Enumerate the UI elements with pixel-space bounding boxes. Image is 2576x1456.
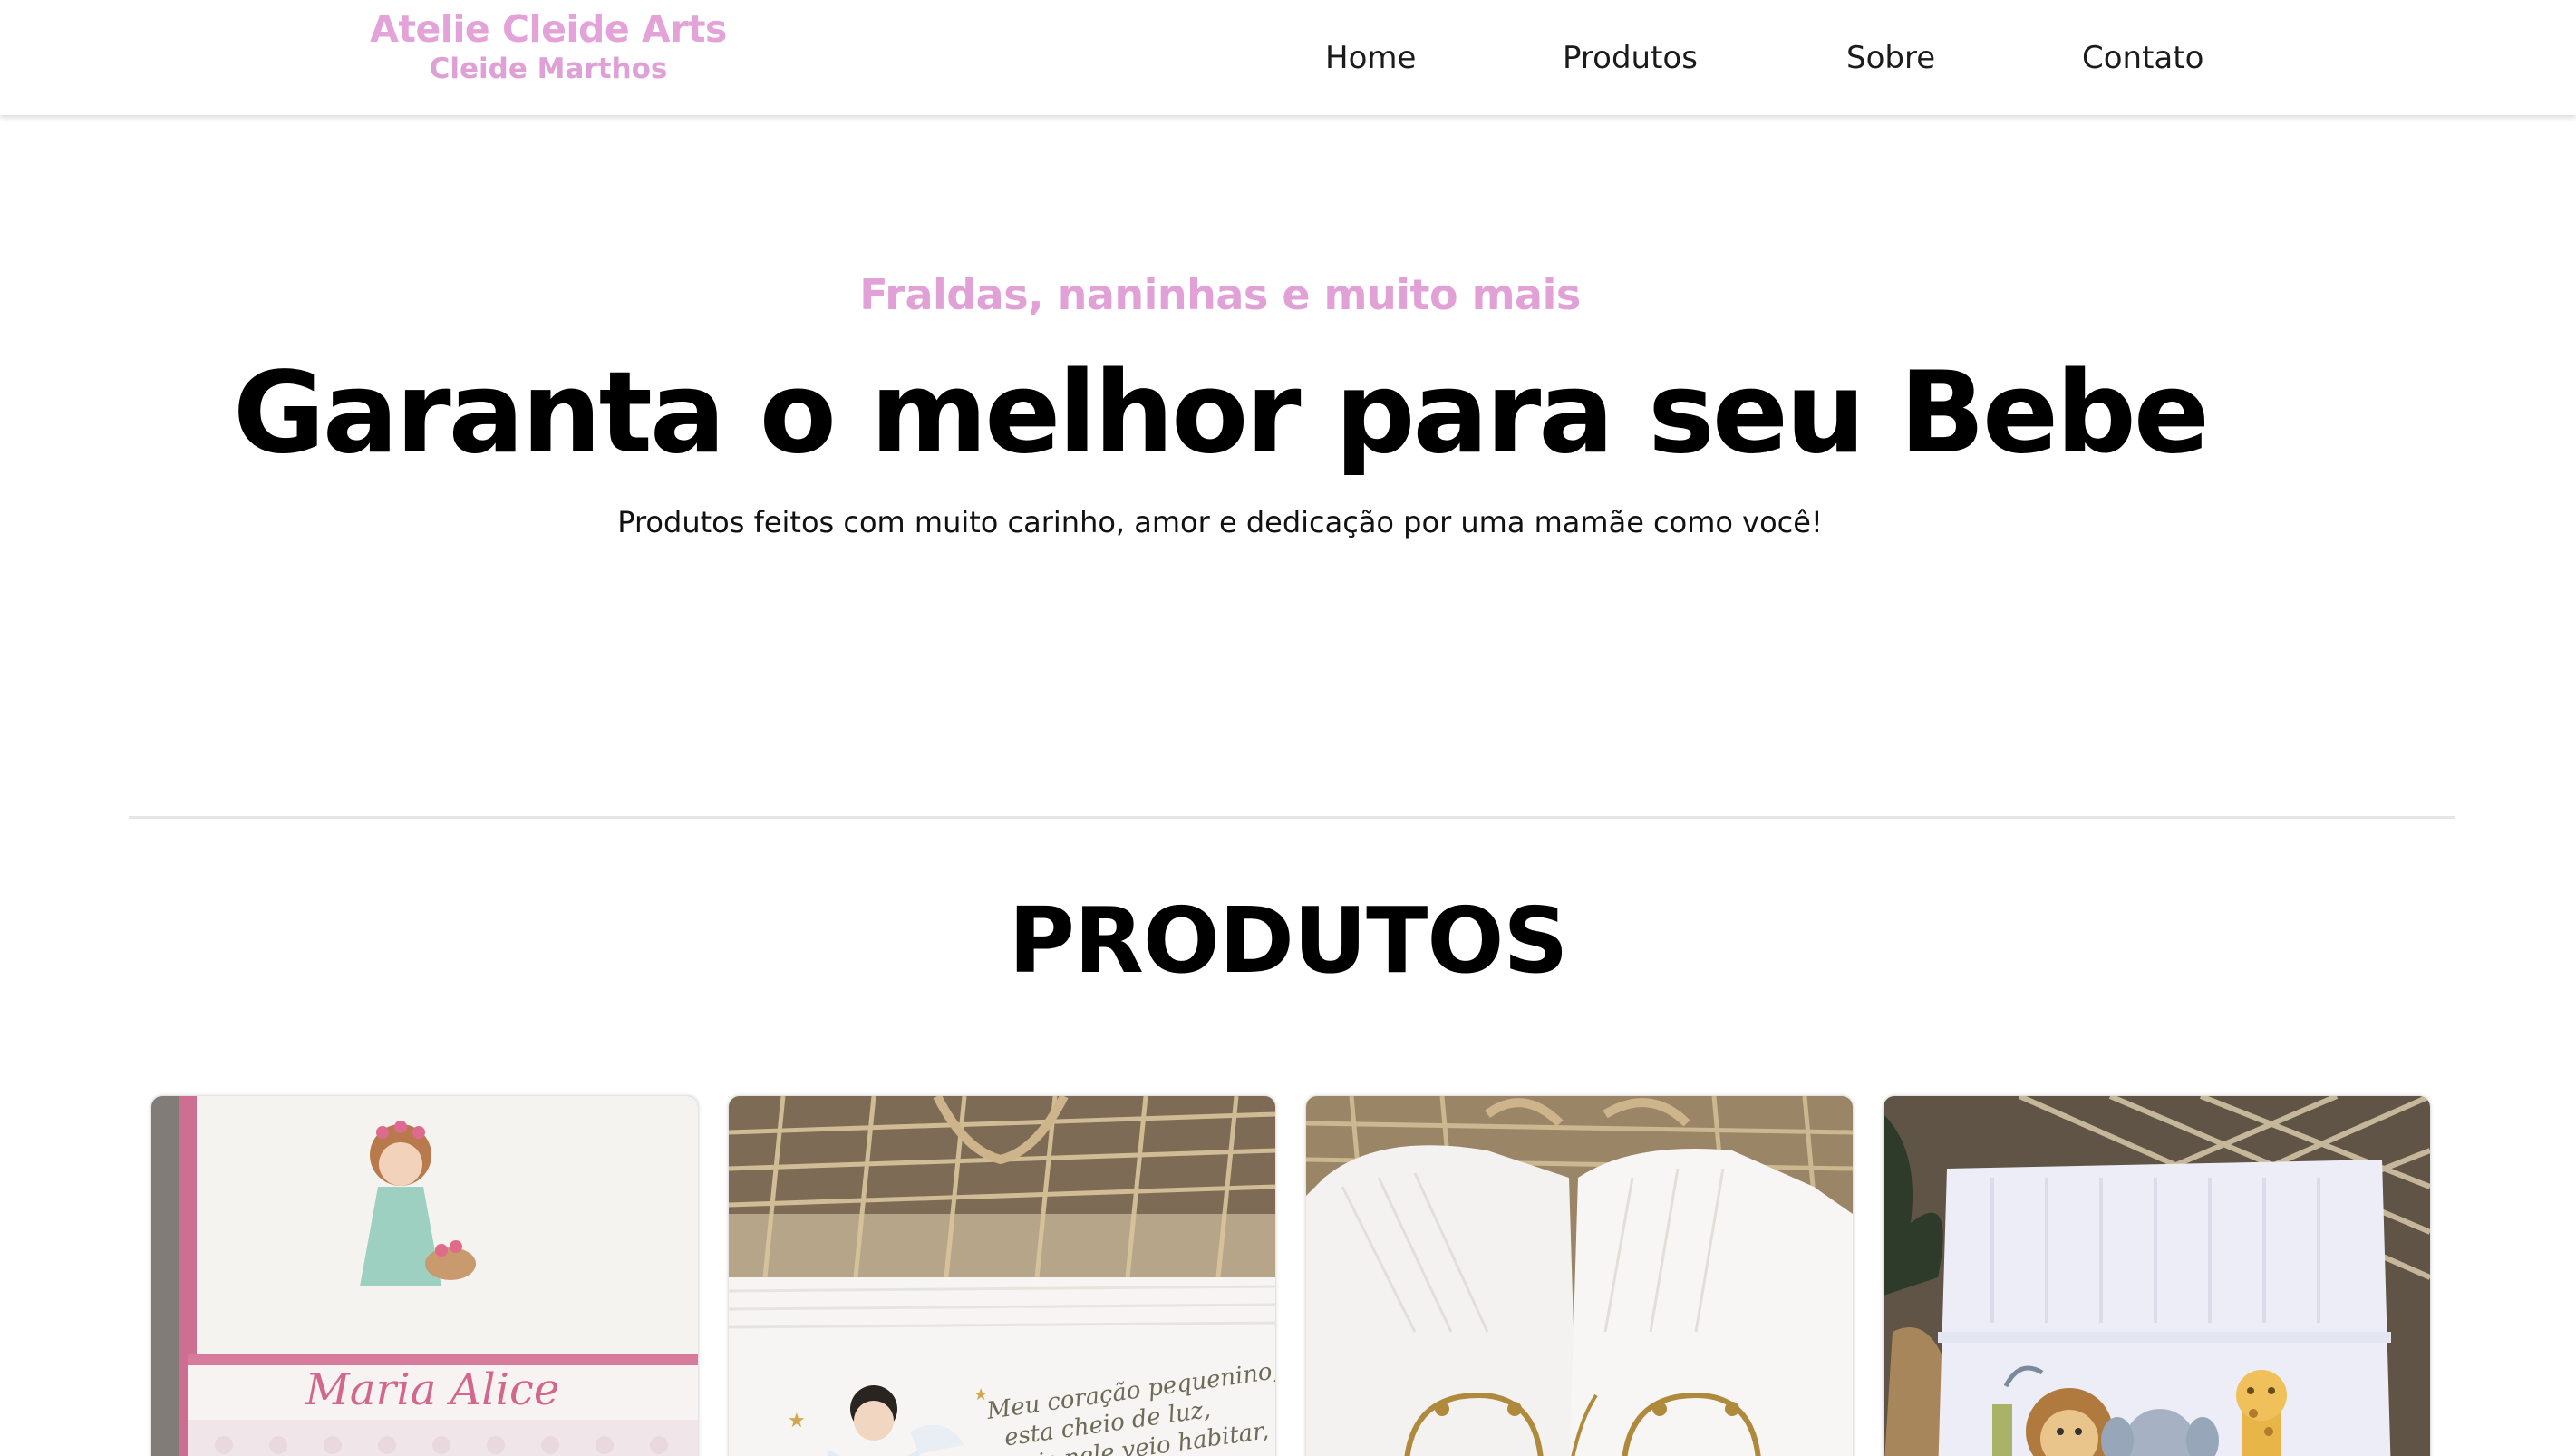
- brand-logo[interactable]: Atelie Cleide Arts Cleide Marthos: [272, 0, 825, 87]
- product-image-burp-cloth: Maria Alice: [151, 1096, 698, 1456]
- embroidery-text: Maria Alice: [305, 1364, 560, 1415]
- nav-link-home[interactable]: Home: [1325, 33, 1416, 83]
- site-header: Atelie Cleide Arts Cleide Marthos Home P…: [0, 0, 2576, 115]
- products-section-title: PRODUTOS: [1008, 888, 1569, 994]
- product-card[interactable]: ★ ★ Meu coração pequenino, esta cheio de…: [729, 1096, 1275, 1456]
- brand-title: Atelie Cleide Arts: [370, 7, 727, 51]
- product-card[interactable]: [1306, 1096, 1853, 1456]
- product-card[interactable]: [1884, 1096, 2430, 1456]
- section-divider: [129, 816, 2455, 819]
- product-card[interactable]: Maria Alice: [151, 1096, 698, 1456]
- nav-link-contato[interactable]: Contato: [2082, 33, 2203, 83]
- brand-subtitle: Cleide Marthos: [429, 53, 668, 85]
- product-image-angel-cloth: ★ ★ Meu coração pequenino, esta cheio de…: [729, 1096, 1275, 1456]
- hero-eyebrow: Fraldas, naninhas e muito mais: [859, 270, 1581, 319]
- svg-text:★: ★: [788, 1410, 806, 1432]
- hero-subtitle: Produtos feitos com muito carinho, amor …: [617, 505, 1823, 539]
- hero-title: Garanta o melhor para seu Bebe: [233, 348, 2210, 479]
- product-image-safari-towel: [1884, 1096, 2430, 1456]
- nav-link-produtos[interactable]: Produtos: [1563, 33, 1698, 83]
- nav-link-sobre[interactable]: Sobre: [1846, 33, 1935, 83]
- product-image-gold-embroidery: [1306, 1096, 1853, 1456]
